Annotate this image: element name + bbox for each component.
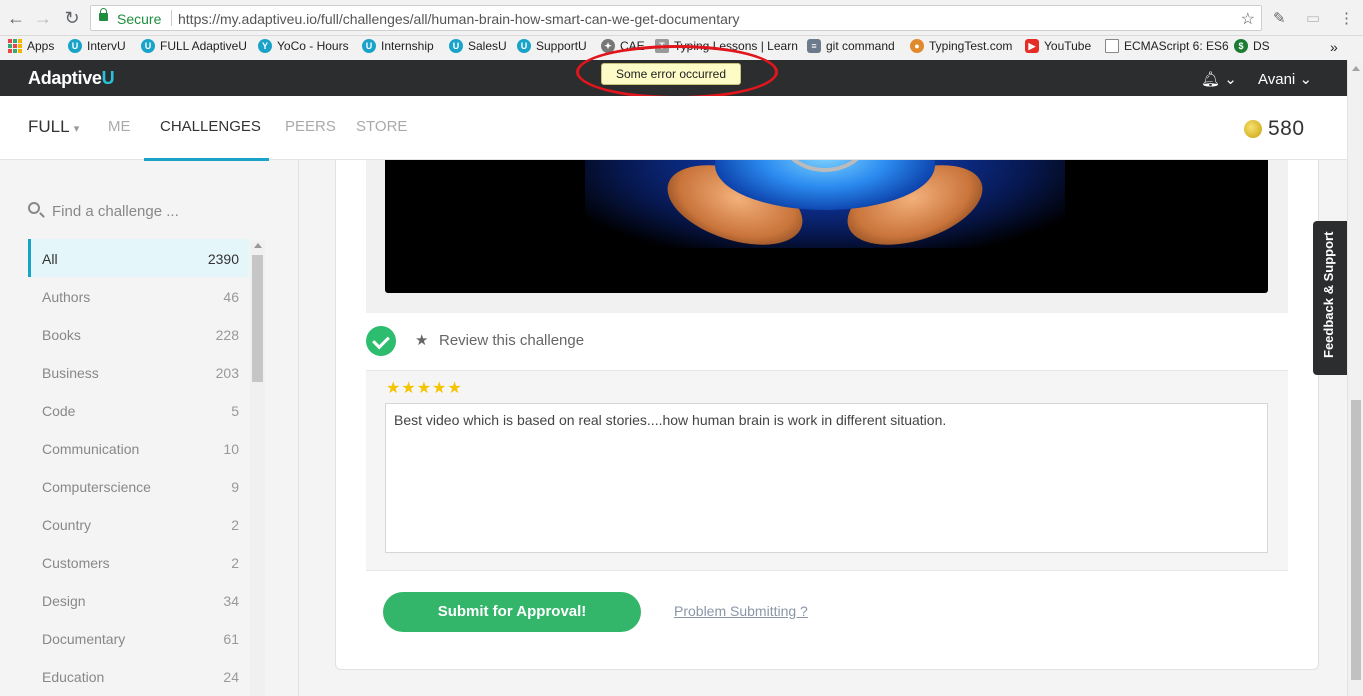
bookmark-typingtest[interactable]: ● TypingTest.com: [910, 39, 1012, 53]
bookmark-youtube[interactable]: ▶ YouTube: [1025, 39, 1091, 53]
url-divider: [171, 10, 172, 26]
lock-icon: [99, 8, 108, 21]
apps-grid-icon: [8, 39, 22, 53]
youtube-icon: ▶: [1025, 39, 1039, 53]
adaptiveu-icon: U: [68, 39, 82, 53]
category-item-documentary[interactable]: Documentary 61: [28, 619, 249, 657]
completed-check-icon: [366, 326, 396, 356]
tab-peers[interactable]: PEERS: [285, 118, 336, 135]
eyedropper-extension-icon[interactable]: ✎: [1273, 9, 1286, 27]
caret-down-icon: ▾: [73, 123, 80, 135]
tab-challenges[interactable]: CHALLENGES: [160, 118, 261, 135]
category-item-computerscience[interactable]: Computerscience 9: [28, 467, 249, 505]
challenge-search-input[interactable]: [52, 200, 262, 222]
category-item-country[interactable]: Country 2: [28, 505, 249, 543]
menu-kebab-icon[interactable]: ⋮: [1339, 9, 1354, 27]
review-textarea[interactable]: Best video which is based on real storie…: [385, 403, 1268, 553]
bookmarks-overflow[interactable]: »: [1330, 39, 1338, 55]
coin-balance: 580: [1268, 117, 1305, 140]
notification-bell-icon[interactable]: 🔔︎ ⌄: [1201, 70, 1237, 88]
category-item-education[interactable]: Education 24: [28, 657, 249, 695]
category-item-customers[interactable]: Customers 2: [28, 543, 249, 581]
red-annotation-circle: [576, 45, 778, 99]
coin-icon: [1244, 120, 1262, 138]
bookmark-ds[interactable]: $ DS: [1234, 39, 1270, 53]
category-item-business[interactable]: Business 203: [28, 353, 249, 391]
adaptiveu-icon: U: [362, 39, 376, 53]
forward-arrow-icon[interactable]: →: [33, 8, 53, 28]
bookmark-star-icon[interactable]: ☆: [1241, 9, 1255, 29]
chevron-down-icon: ⌄: [1299, 71, 1313, 88]
scroll-up-arrow-icon[interactable]: [1352, 66, 1360, 71]
documentary-video[interactable]: [385, 160, 1268, 293]
address-bar[interactable]: Secure https://my.adaptiveu.io/full/chal…: [90, 5, 1262, 31]
yoco-icon: Y: [258, 39, 272, 53]
bookmark-git-command[interactable]: ≡ git command: [807, 39, 895, 53]
reload-icon[interactable]: ↻: [62, 8, 82, 28]
page-scrollbar[interactable]: [1347, 60, 1363, 696]
adaptiveu-logo[interactable]: AdaptiveU: [28, 68, 115, 89]
bookmark-yoco-hours[interactable]: Y YoCo - Hours: [258, 39, 349, 53]
bookmark-salesu[interactable]: U SalesU: [449, 39, 507, 53]
bookmark-ecmascript[interactable]: ECMAScript 6: ES6: [1105, 39, 1229, 53]
document-icon: [1105, 39, 1119, 53]
tab-full[interactable]: FULL ▾: [28, 117, 79, 137]
category-item-design[interactable]: Design 34: [28, 581, 249, 619]
problem-submitting-link[interactable]: Problem Submitting ?: [674, 603, 808, 619]
tab-me[interactable]: ME: [108, 118, 131, 135]
ds-icon: $: [1234, 39, 1248, 53]
browser-toolbar: ← → ↻ Secure https://my.adaptiveu.io/ful…: [0, 0, 1363, 36]
active-tab-indicator: [144, 158, 269, 161]
category-item-authors[interactable]: Authors 46: [28, 277, 249, 315]
bookmark-full-adaptiveu[interactable]: U FULL AdaptiveU: [141, 39, 247, 53]
adaptiveu-icon: U: [449, 39, 463, 53]
star-rating[interactable]: ★★★★★: [386, 378, 463, 398]
bookmark-supportu[interactable]: U SupportU: [517, 39, 587, 53]
bookmark-intervu[interactable]: U IntervU: [68, 39, 126, 53]
adaptiveu-icon: U: [517, 39, 531, 53]
database-icon: ≡: [807, 39, 821, 53]
submit-for-approval-button[interactable]: Submit for Approval!: [383, 592, 641, 632]
secure-label: Secure: [117, 11, 162, 27]
user-name: Avani: [1258, 71, 1296, 88]
url-text[interactable]: https://my.adaptiveu.io/full/challenges/…: [178, 11, 740, 27]
scroll-up-arrow-icon[interactable]: [254, 243, 262, 248]
category-item-all[interactable]: All 2390: [28, 239, 249, 277]
user-menu[interactable]: Avani ⌄: [1258, 70, 1312, 88]
page-scroll-thumb[interactable]: [1351, 400, 1361, 680]
feedback-support-label[interactable]: Feedback & Support: [1321, 232, 1336, 358]
main-tabs: FULL ▾ ME CHALLENGES PEERS STORE: [0, 96, 1347, 160]
category-item-communication[interactable]: Communication 10: [28, 429, 249, 467]
bookmark-internship[interactable]: U Internship: [362, 39, 434, 53]
tab-store[interactable]: STORE: [356, 118, 407, 135]
bookmark-apps[interactable]: Apps: [8, 39, 54, 53]
extension-icon[interactable]: ▭: [1306, 9, 1320, 27]
review-heading[interactable]: Review this challenge: [439, 332, 584, 349]
star-icon: ★: [415, 332, 429, 349]
search-icon: [28, 202, 40, 214]
category-item-books[interactable]: Books 228: [28, 315, 249, 353]
category-list: All 2390 Authors 46 Books 228 Business 203 C…: [28, 239, 249, 695]
typingtest-icon: ●: [910, 39, 924, 53]
back-arrow-icon[interactable]: ←: [6, 8, 26, 28]
category-scroll-thumb[interactable]: [252, 255, 263, 382]
category-item-code[interactable]: Code 5: [28, 391, 249, 429]
category-scrollbar[interactable]: [250, 241, 265, 696]
sidebar-divider: [298, 160, 299, 696]
adaptiveu-icon: U: [141, 39, 155, 53]
